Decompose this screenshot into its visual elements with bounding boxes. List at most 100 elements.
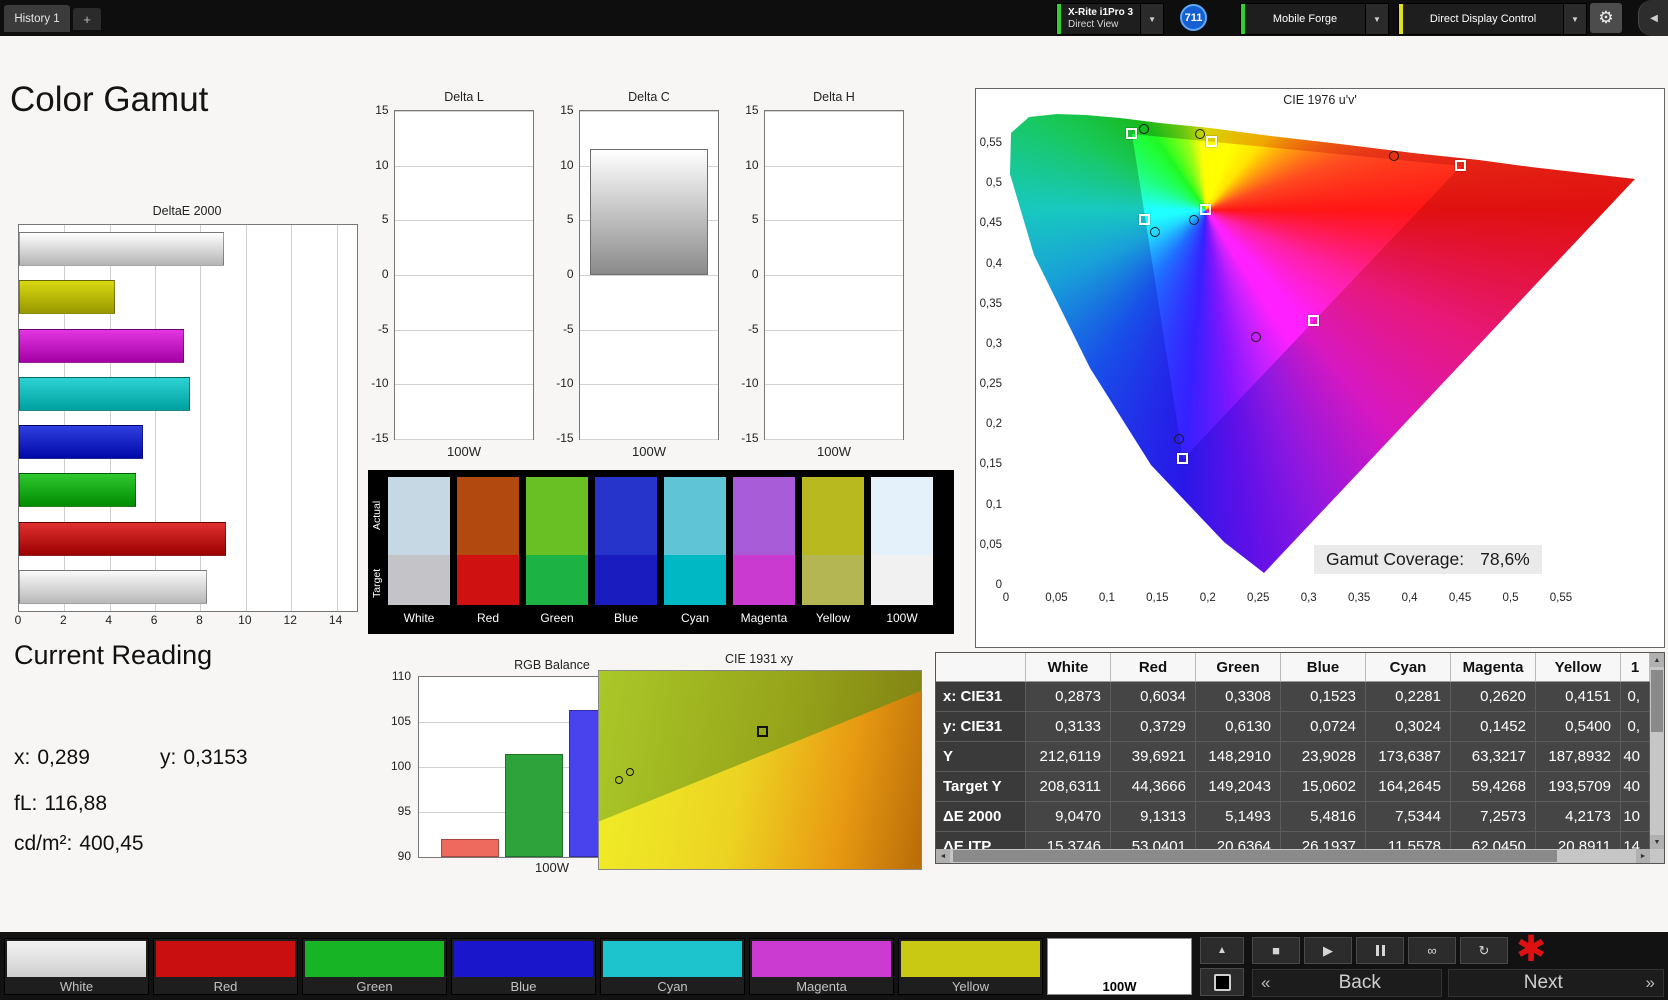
deltae-bar-100w bbox=[19, 569, 208, 604]
gridline bbox=[764, 329, 903, 331]
horizontal-scrollbar[interactable]: ◄ ► bbox=[936, 849, 1650, 863]
tick-label: -15 bbox=[741, 431, 759, 445]
delta-chart-delta-c: Delta C 15 10 5 0 -5 -10 -15 100W bbox=[545, 90, 719, 459]
deltae-bar-magenta bbox=[19, 328, 184, 363]
expand-panel-button[interactable]: ▲ bbox=[1200, 937, 1244, 964]
back-button[interactable]: « Back bbox=[1252, 969, 1442, 997]
meter-count-badge[interactable]: 711 bbox=[1180, 4, 1207, 31]
patch-window-button[interactable] bbox=[1200, 968, 1244, 996]
gamut-coverage-label: Gamut Coverage: bbox=[1326, 549, 1465, 569]
gridline bbox=[394, 220, 533, 222]
tick-label: 15 bbox=[560, 103, 574, 117]
gridline bbox=[579, 439, 718, 440]
gamut-coverage: Gamut Coverage: 78,6% bbox=[1314, 545, 1542, 574]
actual-swatch bbox=[871, 477, 933, 555]
scroll-right-arrow[interactable]: ► bbox=[1636, 849, 1650, 863]
target-marker-green bbox=[1126, 127, 1138, 139]
play-button[interactable]: ▶ bbox=[1304, 937, 1352, 964]
table-cell: 20,6364 bbox=[1196, 832, 1281, 849]
gridline bbox=[394, 439, 533, 440]
pause-button[interactable] bbox=[1356, 937, 1404, 964]
play-icon: ▶ bbox=[1323, 942, 1333, 958]
bottom-bar: White Red Green Blue Cyan Magenta Yellow 100W ▲… bbox=[0, 928, 1668, 1000]
cd-value: 400,45 bbox=[79, 832, 144, 855]
hscroll-track[interactable] bbox=[950, 849, 1636, 863]
patch-button-blue[interactable]: Blue bbox=[451, 938, 596, 995]
column-header: Red bbox=[1111, 653, 1196, 682]
tick-label: 0 bbox=[751, 267, 759, 281]
table-cell: 9,1313 bbox=[1111, 802, 1196, 832]
tick-label: 0,25 bbox=[1247, 592, 1270, 604]
collapse-panel-button[interactable]: ◀ bbox=[1638, 0, 1668, 36]
chart-area bbox=[578, 110, 719, 440]
next-button[interactable]: Next » bbox=[1448, 969, 1664, 997]
actual-swatch bbox=[526, 477, 588, 555]
patch-button-cyan[interactable]: Cyan bbox=[600, 938, 745, 995]
actual-swatch bbox=[664, 477, 726, 555]
patch-button-white[interactable]: White bbox=[4, 938, 149, 995]
gridline bbox=[764, 111, 903, 112]
patch-label: Cyan bbox=[657, 979, 688, 994]
tick-label: 10 bbox=[375, 157, 389, 172]
scroll-up-arrow[interactable]: ▲ bbox=[1650, 653, 1664, 667]
swatch-label: Green bbox=[540, 611, 574, 625]
patch-button-red[interactable]: Red bbox=[153, 938, 298, 995]
scroll-left-arrow[interactable]: ◄ bbox=[936, 849, 950, 863]
source-dropdown[interactable]: Mobile Forge ▼ bbox=[1240, 3, 1389, 35]
tick-label: -15 bbox=[556, 431, 574, 445]
tick-label: 0,45 bbox=[979, 217, 1002, 230]
row-label: Y bbox=[936, 742, 1026, 772]
refresh-button[interactable]: ↻ bbox=[1460, 937, 1508, 964]
chevron-down-icon[interactable]: ▼ bbox=[1140, 4, 1164, 34]
tick-label: 0,5 bbox=[1502, 592, 1519, 604]
vscroll-thumb[interactable] bbox=[1651, 670, 1663, 732]
table-row: Y 212,6119 39,6921 148,2910 23,9028 173,6387 6… bbox=[936, 742, 1650, 772]
tab-history[interactable]: History 1 bbox=[4, 5, 70, 32]
chevron-down-icon[interactable]: ▼ bbox=[1365, 4, 1388, 34]
patch-button-yellow[interactable]: Yellow bbox=[898, 938, 1043, 995]
patch-swatch bbox=[752, 941, 891, 977]
reading-xy: x: 0,289 y: 0,3153 bbox=[14, 746, 248, 770]
table-cell: 5,4816 bbox=[1281, 802, 1366, 832]
table-cell: 0,2281 bbox=[1366, 682, 1451, 712]
scroll-down-arrow[interactable]: ▼ bbox=[1650, 835, 1664, 849]
vscroll-track[interactable] bbox=[1650, 667, 1664, 835]
tick-label: 0,4 bbox=[1401, 592, 1418, 604]
target-marker-blue bbox=[1176, 453, 1188, 465]
display-dropdown[interactable]: Direct Display Control ▼ bbox=[1398, 3, 1587, 35]
table-cell: 23,9028 bbox=[1281, 742, 1366, 772]
add-tab-button[interactable]: + bbox=[73, 8, 101, 30]
patch-button-magenta[interactable]: Magenta bbox=[749, 938, 894, 995]
table-cell: 40 bbox=[1621, 772, 1650, 802]
chart-title: Delta C bbox=[628, 90, 670, 104]
deltae-bar-green bbox=[19, 473, 136, 508]
target-swatch bbox=[733, 555, 795, 605]
vertical-scrollbar[interactable]: ▲ ▼ bbox=[1650, 653, 1664, 849]
gridline bbox=[764, 384, 903, 386]
patch-button-green[interactable]: Green bbox=[302, 938, 447, 995]
column-header: Cyan bbox=[1366, 653, 1451, 682]
table-cell: 63,3217 bbox=[1451, 742, 1536, 772]
table-row: ΔE 2000 9,0470 9,1313 5,1493 5,4816 7,5344 7,2… bbox=[936, 802, 1650, 832]
settings-button[interactable]: ⚙ bbox=[1590, 3, 1622, 33]
chart-area bbox=[763, 110, 904, 440]
table-body: x: CIE31 0,2873 0,6034 0,3308 0,1523 0,2281 0,… bbox=[936, 682, 1650, 849]
patch-button-100w[interactable]: 100W bbox=[1047, 938, 1192, 995]
chevron-down-icon[interactable]: ▼ bbox=[1563, 4, 1586, 34]
stop-button[interactable]: ■ bbox=[1252, 937, 1300, 964]
source-label: Mobile Forge bbox=[1272, 13, 1338, 25]
table-cell: 0,3133 bbox=[1026, 712, 1111, 742]
chart-area bbox=[393, 110, 534, 440]
cie1976-panel: CIE 1976 u'v' Gamut Coverage: 78,6% 0 0,0… bbox=[975, 88, 1665, 648]
tick-label: 14 bbox=[328, 613, 343, 627]
table-cell: 0, bbox=[1621, 682, 1650, 712]
rgb-bar-green bbox=[505, 753, 563, 857]
meter-dropdown[interactable]: X-Rite i1Pro 3 Direct View ▼ bbox=[1056, 3, 1165, 35]
table-cell: 62,0450 bbox=[1451, 832, 1536, 849]
target-swatch bbox=[802, 555, 864, 605]
actual-row-label: Actual bbox=[371, 500, 383, 530]
meter-label: X-Rite i1Pro 3 Direct View bbox=[1061, 4, 1140, 34]
gear-icon: ⚙ bbox=[1598, 8, 1614, 27]
continuous-read-button[interactable]: ∞ bbox=[1408, 937, 1456, 964]
hscroll-thumb[interactable] bbox=[953, 850, 1557, 862]
